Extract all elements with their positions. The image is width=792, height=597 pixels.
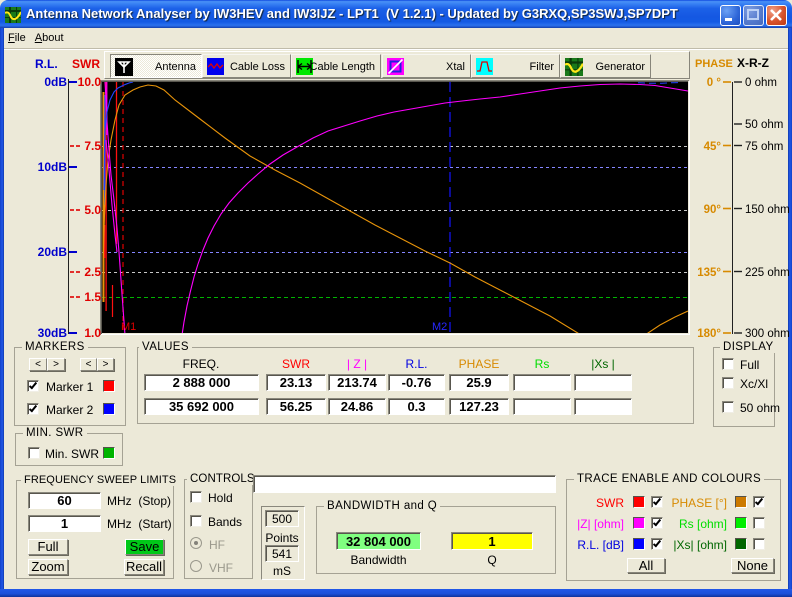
svg-text:150 ohm: 150 ohm — [745, 204, 790, 216]
svg-text:1.5: 1.5 — [84, 290, 101, 304]
svg-text:0 °: 0 ° — [707, 77, 722, 89]
svg-text:R.L.: R.L. — [35, 57, 58, 71]
svg-text:300 ohm: 300 ohm — [745, 328, 790, 340]
svg-text:75 ohm: 75 ohm — [745, 141, 783, 153]
svg-text:45°: 45° — [704, 141, 722, 153]
svg-text:7.5: 7.5 — [84, 139, 101, 153]
svg-text:225 ohm: 225 ohm — [745, 267, 790, 279]
svg-text:SWR: SWR — [72, 57, 100, 71]
svg-text:30dB: 30dB — [38, 326, 68, 340]
svg-text:M1: M1 — [121, 321, 136, 333]
svg-text:2.5: 2.5 — [84, 265, 101, 279]
svg-text:20dB: 20dB — [38, 245, 68, 259]
svg-text:0dB: 0dB — [44, 75, 67, 89]
svg-text:90°: 90° — [704, 204, 722, 216]
svg-text:5.0: 5.0 — [84, 203, 101, 217]
svg-text:10.0: 10.0 — [78, 75, 102, 89]
svg-text:0 ohm: 0 ohm — [745, 77, 777, 89]
svg-text:X-R-Z: X-R-Z — [737, 56, 769, 70]
svg-text:M2: M2 — [432, 321, 447, 333]
svg-text:1.0: 1.0 — [84, 326, 101, 340]
svg-text:PHASE: PHASE — [695, 58, 733, 70]
svg-text:10dB: 10dB — [38, 160, 68, 174]
svg-text:50 ohm: 50 ohm — [745, 119, 783, 131]
svg-text:135°: 135° — [697, 267, 721, 279]
svg-text:180°: 180° — [697, 328, 721, 340]
